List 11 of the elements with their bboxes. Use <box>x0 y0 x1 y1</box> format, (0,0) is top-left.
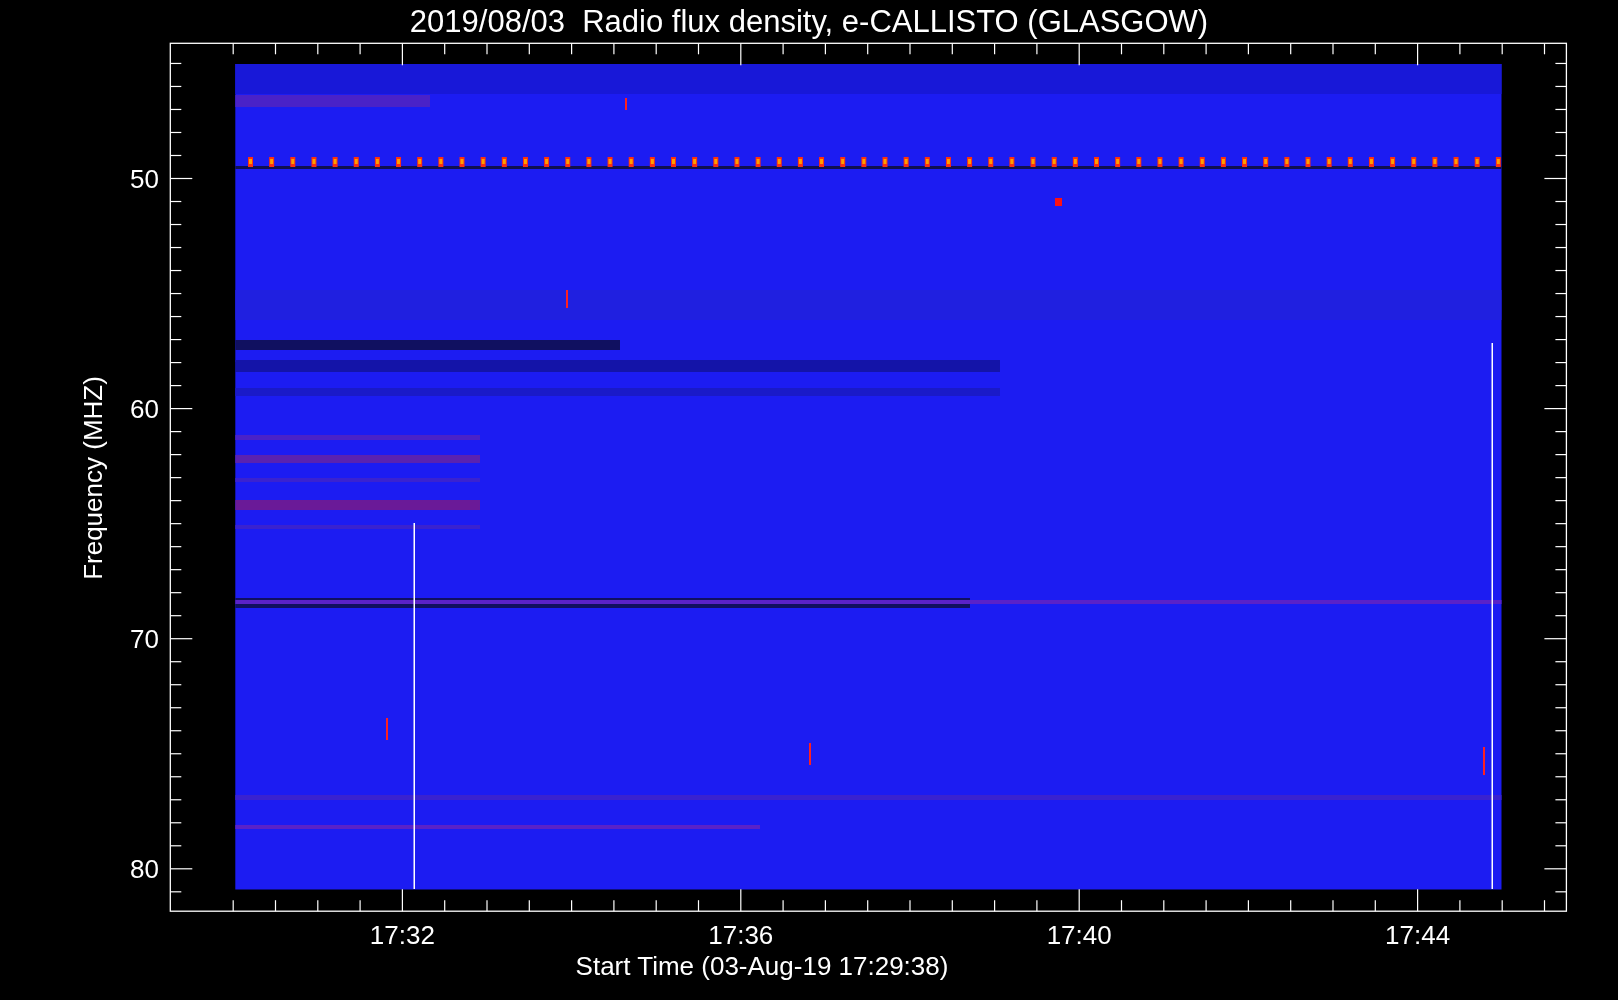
x-tick-label: 17:36 <box>708 920 774 950</box>
plot-title: 2019/08/03 Radio flux density, e-CALLISTO (GLASGOW) <box>409 4 1209 39</box>
y-tick-label: 70 <box>130 623 159 654</box>
y-axis-label: Frequency (MHZ) <box>78 376 108 580</box>
x-tick-label: 17:44 <box>1385 920 1451 950</box>
y-tick-label: 80 <box>130 853 159 884</box>
y-tick-label: 60 <box>130 393 159 424</box>
x-tick-label: 17:40 <box>1046 920 1112 950</box>
x-axis-label: Start Time (03-Aug-19 17:29:38) <box>575 951 949 981</box>
x-tick-label: 17:32 <box>369 920 435 950</box>
y-tick-label: 50 <box>130 163 159 194</box>
